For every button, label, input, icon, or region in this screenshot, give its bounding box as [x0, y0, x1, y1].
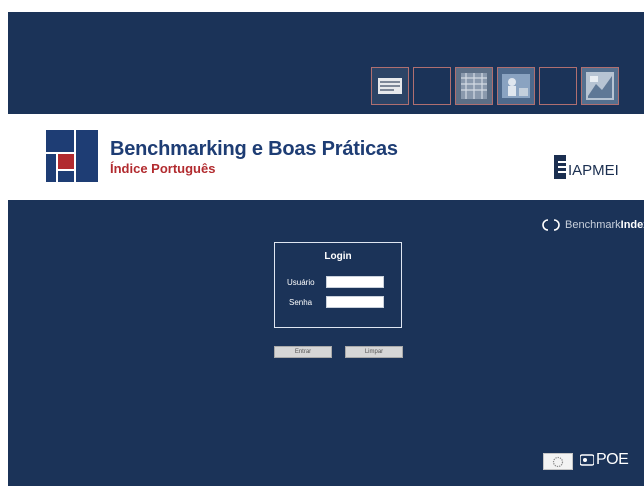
site-title: Benchmarking e Boas Práticas	[110, 138, 398, 160]
login-area: BenchmarkIndex Login Usuário Senha Entra…	[8, 200, 644, 486]
empty-thumb-icon	[413, 67, 451, 105]
poe-label: POE	[596, 451, 629, 468]
poe-logo: POE	[580, 451, 629, 469]
user-label: Usuário	[287, 278, 315, 287]
login-title: Login	[324, 251, 352, 262]
submit-button[interactable]: Entrar	[274, 346, 332, 358]
iapmei-label: IAPMEI	[568, 162, 619, 179]
industry-photo-icon	[581, 67, 619, 105]
benchmark-index-logo: BenchmarkIndex	[540, 219, 644, 231]
top-banner	[8, 12, 644, 114]
document-photo-icon	[371, 67, 409, 105]
login-box: Login Usuário Senha	[274, 242, 402, 328]
benchmark-word: Benchmark	[565, 219, 621, 231]
benchmark-index-icon	[542, 219, 560, 231]
page-frame: Benchmarking e Boas Práticas Índice Port…	[8, 12, 644, 486]
thumbnail-strip	[371, 67, 619, 105]
clear-button[interactable]: Limpar	[345, 346, 403, 358]
poe-icon	[580, 454, 594, 466]
benchmarking-logo-icon	[46, 130, 98, 182]
password-input[interactable]	[326, 296, 384, 308]
empty-thumb-icon	[539, 67, 577, 105]
iapmei-icon	[554, 154, 566, 179]
index-word: Index	[620, 219, 644, 231]
iapmei-logo: IAPMEI	[554, 154, 619, 179]
user-input[interactable]	[326, 276, 384, 288]
workers-photo-icon	[497, 67, 535, 105]
eu-flag-icon	[543, 453, 573, 470]
site-subtitle: Índice Português	[110, 161, 216, 176]
brand-header: Benchmarking e Boas Práticas Índice Port…	[8, 114, 644, 200]
password-label: Senha	[289, 298, 313, 307]
texture-photo-icon	[455, 67, 493, 105]
